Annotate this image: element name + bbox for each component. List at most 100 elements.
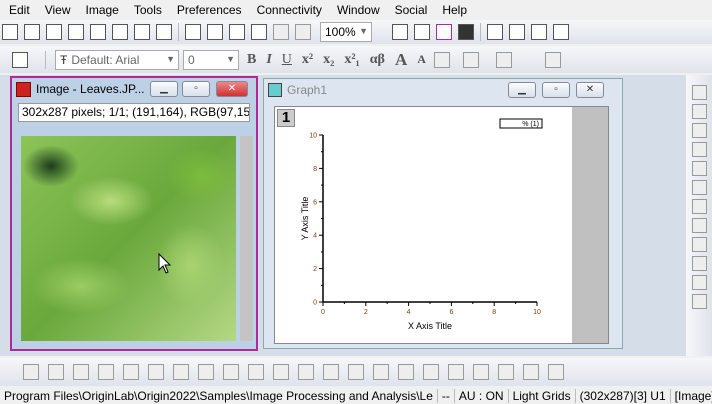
new-matrix-icon[interactable] — [68, 24, 84, 40]
plot-type-icon[interactable] — [423, 364, 439, 380]
new-worksheet-icon[interactable] — [2, 24, 18, 40]
close-button[interactable]: ✕ — [216, 81, 248, 97]
save-template-icon[interactable] — [251, 24, 267, 40]
stop-icon[interactable] — [295, 24, 311, 40]
plot-type-icon[interactable] — [523, 364, 539, 380]
messages-icon[interactable] — [531, 24, 547, 40]
underline-button[interactable]: U — [282, 52, 292, 68]
plot-type-icon[interactable] — [148, 364, 164, 380]
plot-type-icon[interactable] — [198, 364, 214, 380]
y-axis-title[interactable]: Y Axis Title — [300, 197, 310, 241]
plot-type-icon[interactable] — [123, 364, 139, 380]
record-icon[interactable] — [436, 24, 452, 40]
tool-icon[interactable] — [691, 256, 707, 271]
plot-type-icon[interactable] — [323, 364, 339, 380]
slideshow-icon[interactable] — [414, 24, 430, 40]
plot-type-icon[interactable] — [223, 364, 239, 380]
menu-tools[interactable]: Tools — [134, 3, 162, 17]
plot-type-icon[interactable] — [248, 364, 264, 380]
supersubscript-button[interactable]: x²₁ — [344, 52, 359, 68]
plot-type-icon[interactable] — [348, 364, 364, 380]
subscript-button[interactable]: x₂ — [323, 52, 334, 68]
cloud-open-icon[interactable] — [207, 24, 223, 40]
plot-area[interactable]: 0 2 4 6 8 10 0 2 4 6 8 10 X Axis Title Y Axis Title % … — [275, 107, 573, 343]
plot-type-icon[interactable] — [548, 364, 564, 380]
project-explorer-icon[interactable] — [553, 24, 569, 40]
menu-view[interactable]: View — [45, 3, 71, 17]
results-log-icon[interactable] — [509, 24, 525, 40]
minimize-button[interactable]: ▁ — [508, 82, 536, 98]
tool-icon[interactable] — [691, 123, 707, 138]
print-icon[interactable] — [392, 24, 408, 40]
tool-icon[interactable] — [691, 294, 707, 309]
plot-type-icon[interactable] — [48, 364, 64, 380]
restore-button[interactable]: ▫ — [542, 82, 570, 98]
font-color-icon[interactable] — [495, 51, 512, 68]
image-window-titlebar[interactable]: Image - Leaves.JP... ▁ ▫ ✕ — [12, 78, 256, 100]
menu-preferences[interactable]: Preferences — [177, 3, 242, 17]
superscript-button[interactable]: x² — [302, 52, 313, 68]
code-builder-icon[interactable] — [487, 24, 503, 40]
graph-window[interactable]: Graph1 ▁ ▫ ✕ 1 0 2 4 6 8 10 0 2 4 6 8 10 X Axis Titl… — [263, 78, 623, 349]
plot-type-icon[interactable] — [23, 364, 39, 380]
image-window[interactable]: Image - Leaves.JP... ▁ ▫ ✕ 302x287 pixel… — [10, 76, 258, 351]
column-icon[interactable] — [462, 51, 479, 68]
video-icon[interactable] — [458, 24, 474, 40]
run-icon[interactable] — [273, 24, 289, 40]
fill-color-icon[interactable] — [544, 51, 561, 68]
minimize-button[interactable]: ▁ — [150, 81, 178, 97]
leaves-image[interactable] — [21, 136, 236, 341]
open-icon[interactable] — [185, 24, 201, 40]
tool-icon[interactable] — [691, 161, 707, 176]
tool-icon[interactable] — [691, 85, 707, 100]
menu-connectivity[interactable]: Connectivity — [257, 3, 322, 17]
x-axis-title[interactable]: X Axis Title — [408, 321, 452, 331]
menu-edit[interactable]: Edit — [9, 3, 30, 17]
plot-type-icon[interactable] — [473, 364, 489, 380]
menu-image[interactable]: Image — [85, 3, 118, 17]
decrease-font-button[interactable]: A — [417, 52, 426, 67]
new-excel-icon[interactable] — [156, 24, 172, 40]
new-layout-icon[interactable] — [112, 24, 128, 40]
new-graph-icon[interactable] — [46, 24, 62, 40]
new-function-icon[interactable] — [90, 24, 106, 40]
tool-icon[interactable] — [691, 218, 707, 233]
save-icon[interactable] — [229, 24, 245, 40]
menu-help[interactable]: Help — [442, 3, 467, 17]
plot-type-icon[interactable] — [498, 364, 514, 380]
increase-font-button[interactable]: A — [395, 50, 407, 70]
tool-icon[interactable] — [691, 199, 707, 214]
y-tick-label: 10 — [309, 133, 317, 140]
paste-icon[interactable] — [12, 51, 28, 68]
italic-button[interactable]: I — [266, 52, 271, 68]
new-notes-icon[interactable] — [134, 24, 150, 40]
page-scrollbar[interactable] — [572, 107, 608, 343]
new-matrix-icon[interactable] — [24, 24, 40, 40]
bold-button[interactable]: B — [247, 52, 256, 68]
greek-button[interactable]: αβ — [370, 52, 385, 68]
zoom-combo[interactable]: 100% ▼ — [320, 22, 372, 42]
plot-type-icon[interactable] — [98, 364, 114, 380]
vertical-scrollbar[interactable] — [240, 136, 253, 341]
plot-type-icon[interactable] — [373, 364, 389, 380]
font-combo[interactable]: Ŧ Default: Arial ▼ — [55, 49, 179, 70]
align-icon[interactable] — [433, 51, 450, 68]
plot-type-icon[interactable] — [73, 364, 89, 380]
plot-type-icon[interactable] — [273, 364, 289, 380]
tool-icon[interactable] — [691, 180, 707, 195]
tool-icon[interactable] — [691, 104, 707, 119]
tool-icon[interactable] — [691, 275, 707, 290]
restore-button[interactable]: ▫ — [182, 81, 210, 97]
plot-type-icon[interactable] — [398, 364, 414, 380]
tool-icon[interactable] — [691, 237, 707, 252]
menu-window[interactable]: Window — [337, 3, 380, 17]
plot-type-icon[interactable] — [448, 364, 464, 380]
graph-window-titlebar[interactable]: Graph1 ▁ ▫ ✕ — [264, 79, 622, 101]
plot-type-icon[interactable] — [173, 364, 189, 380]
close-button[interactable]: ✕ — [576, 82, 604, 98]
font-size-combo[interactable]: 0 ▼ — [183, 49, 239, 70]
menu-social[interactable]: Social — [395, 3, 428, 17]
tool-icon[interactable] — [691, 142, 707, 157]
graph-page[interactable]: 1 0 2 4 6 8 10 0 2 4 6 8 10 X Axis Title Y Axis Title… — [274, 106, 609, 344]
plot-type-icon[interactable] — [298, 364, 314, 380]
